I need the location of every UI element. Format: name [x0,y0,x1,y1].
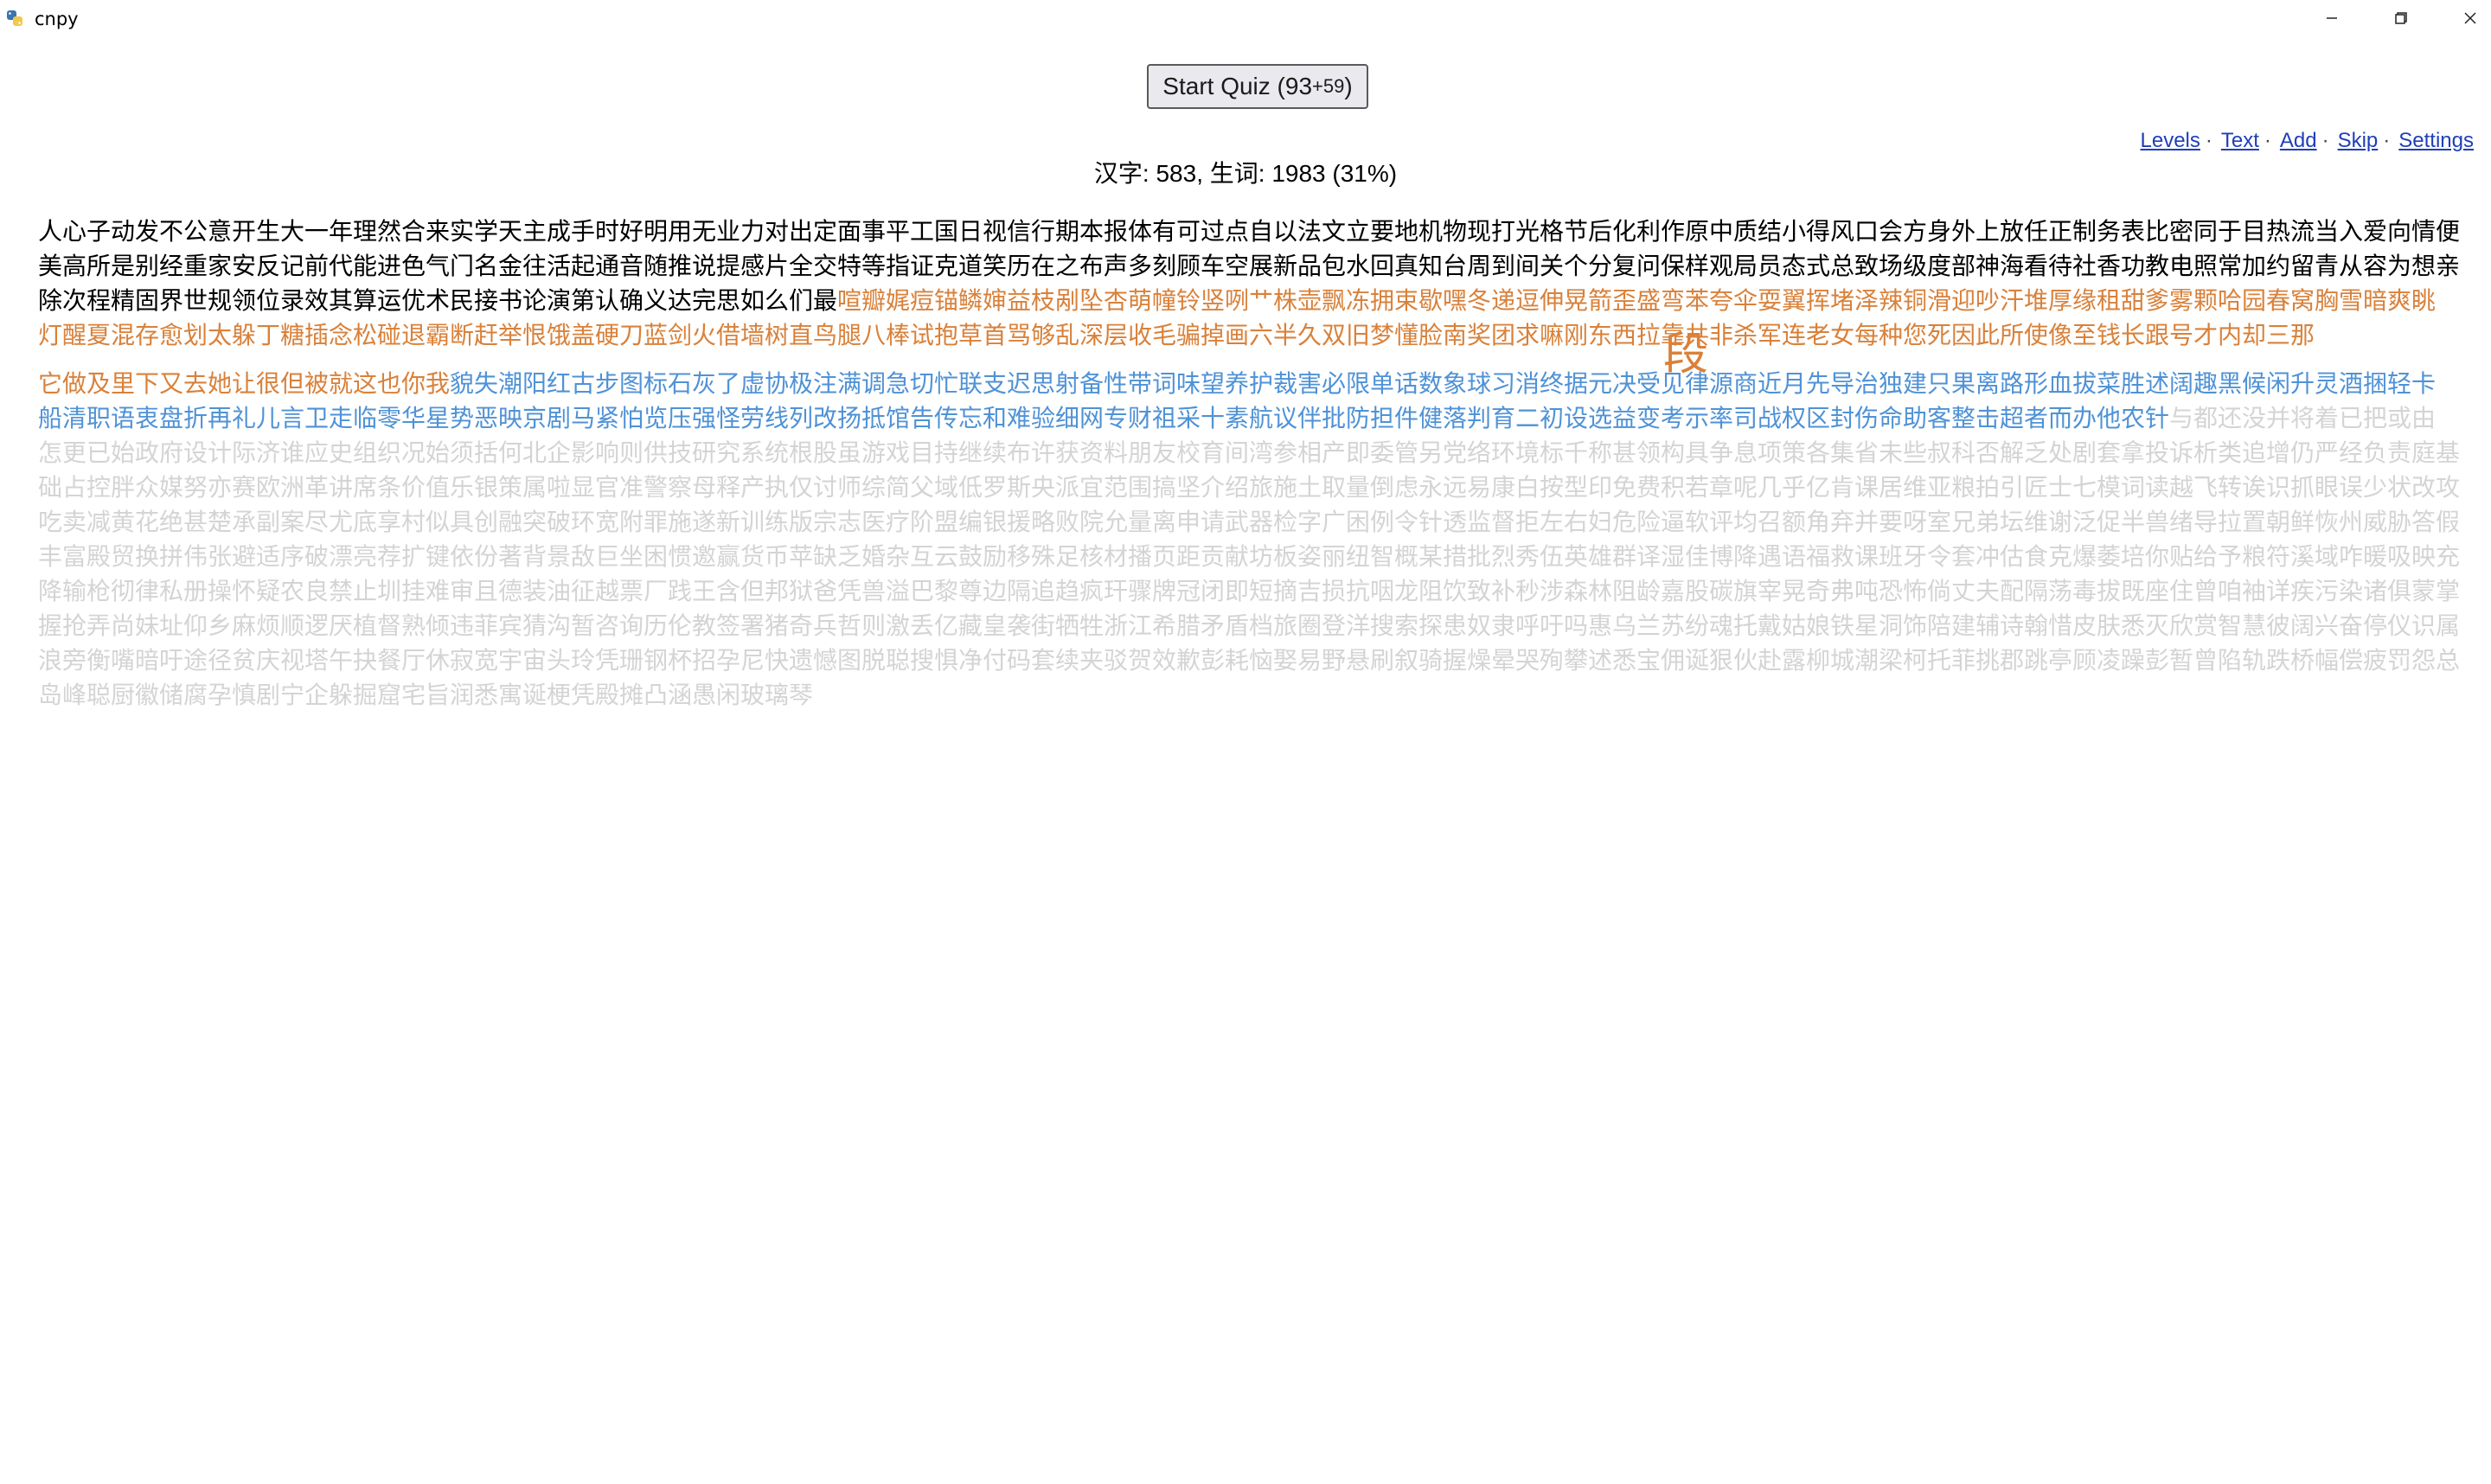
text-link[interactable]: Text [2221,129,2259,152]
nav-separator: · [2205,129,2212,152]
maximize-button[interactable] [2366,0,2436,36]
start-quiz-button[interactable]: Start Quiz (93 +59) [1147,64,1368,109]
close-button[interactable] [2436,0,2491,36]
character-paragraph-1: 人心子动发不公意开生大一年理然合来实学天主成手时好明用无业力对出定面事平工国日视… [38,214,2460,353]
character-grid: 人心子动发不公意开生大一年理然合来实学天主成手时好明用无业力对出定面事平工国日视… [38,214,2460,1468]
skip-link[interactable]: Skip [2338,129,2379,152]
levels-link[interactable]: Levels [2141,129,2200,152]
quiz-button-suffix: +59 [1312,75,1345,97]
character-paragraph-2: 它做及里下又去她让很但被就这也你我貌失潮阳红古步图标石灰了虚协极注满调急切忙联支… [38,367,2460,713]
stats-line: 汉字: 583, 生词: 1983 (31%) [1093,160,1398,187]
nav-separator: · [2264,129,2271,152]
settings-link[interactable]: Settings [2398,129,2474,152]
unseen-characters[interactable]: 与都还没并将着已把或由怎更已始政府设计际济谁应史组织况始须括何北企影响则供技研究… [38,404,2460,709]
add-link[interactable]: Add [2280,129,2317,152]
title-bar: cnpy [0,0,2491,40]
python-icon [7,10,22,26]
quiz-button-close: ) [1344,73,1353,99]
nav-links: Levels · Text · Add · Skip · Settings [2141,128,2475,154]
window-title: cnpy [35,9,79,29]
learning-characters-2[interactable]: 它做及里下又去她让很但被就这也你我 [38,369,450,398]
nav-separator: · [2321,129,2329,152]
minimize-button[interactable] [2297,0,2366,36]
minimize-icon [2327,17,2337,19]
close-icon [2464,12,2476,24]
nav-separator: · [2383,129,2391,152]
quiz-button-label: Start Quiz (93 [1162,73,1313,99]
maximize-icon [2395,12,2407,24]
hovered-character: 段 [1663,329,1709,381]
